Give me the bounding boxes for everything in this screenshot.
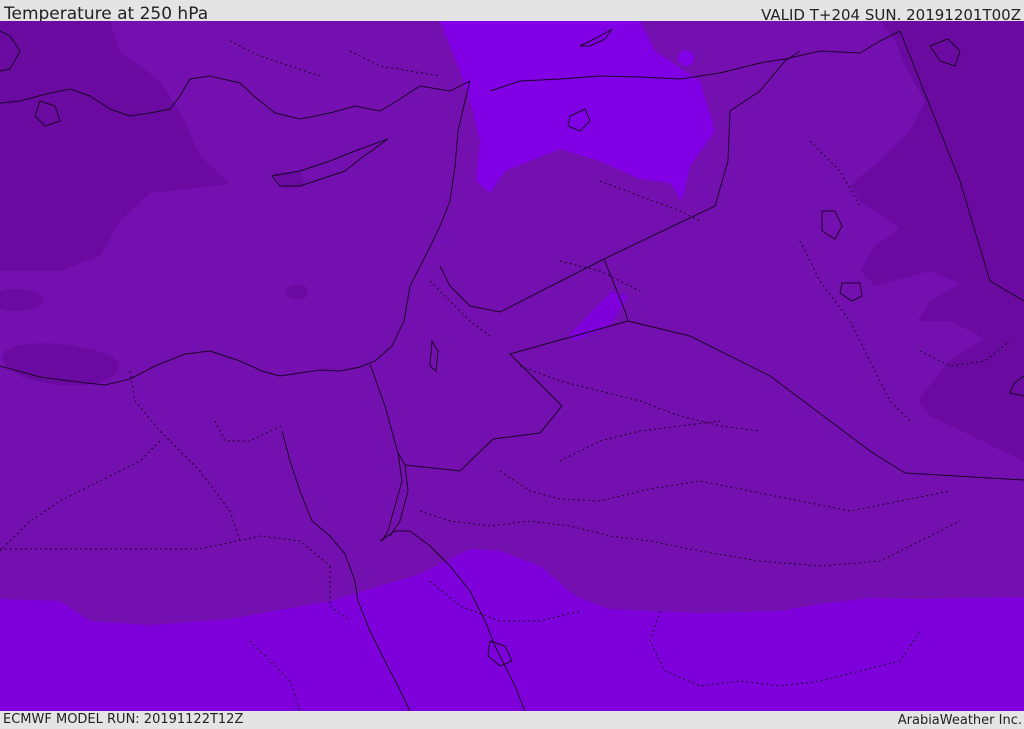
model-run: ECMWF MODEL RUN: 20191122T12Z	[3, 712, 244, 727]
footer-bar: ECMWF MODEL RUN: 20191122T12Z ArabiaWeat…	[0, 711, 1024, 729]
header-bar: Temperature at 250 hPa VALID T+204 SUN. …	[0, 0, 1024, 24]
credit-text: ArabiaWeather Inc.	[897, 713, 1022, 728]
warm-spot-northeast	[678, 50, 694, 66]
cold-blob-small	[286, 285, 308, 299]
map-canvas	[0, 21, 1024, 711]
temperature-map	[0, 21, 1024, 711]
